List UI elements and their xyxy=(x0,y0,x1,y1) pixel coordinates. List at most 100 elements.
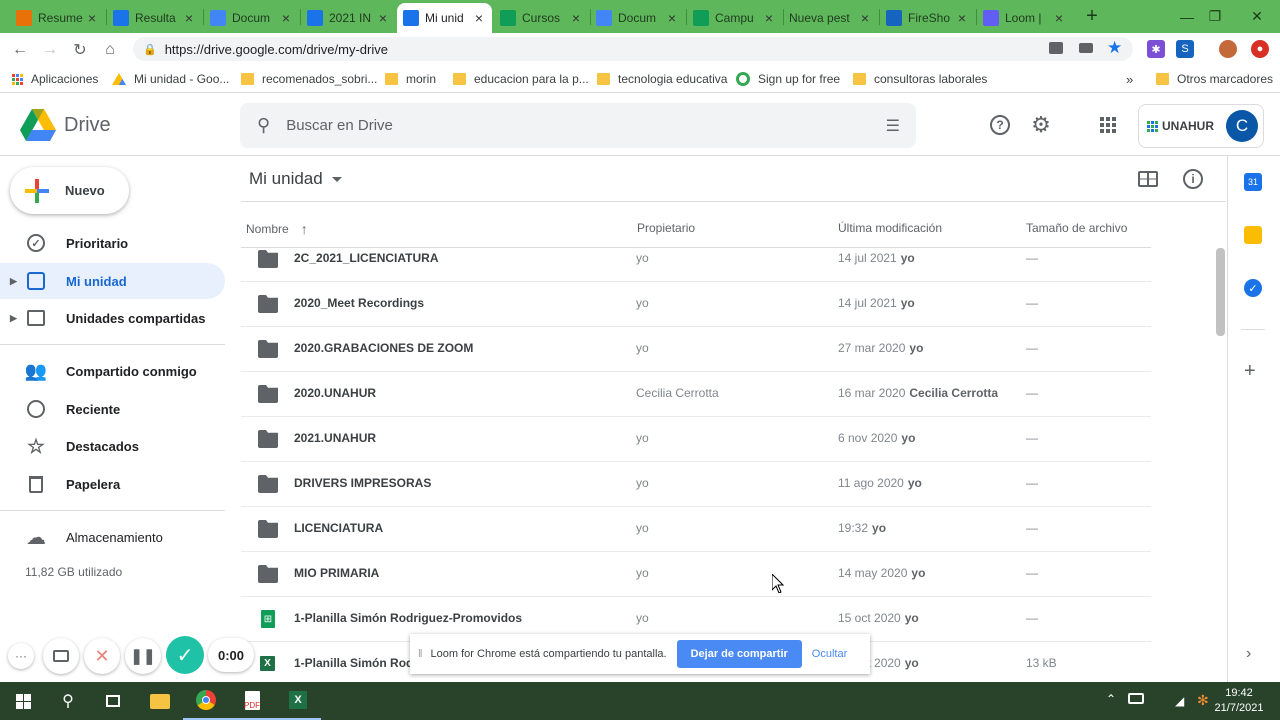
help-icon[interactable]: ? xyxy=(982,107,1018,143)
new-tab-button[interactable]: + xyxy=(1080,4,1104,28)
bookmark-otros-marcadores[interactable]: Otros marcadores xyxy=(1156,71,1273,87)
bookmark-mi-unidad[interactable]: Mi unidad - Goo... xyxy=(112,71,229,87)
sidebar-item-destacados[interactable]: ☆ Destacados xyxy=(0,428,225,464)
tab-close-icon[interactable]: × xyxy=(762,10,776,26)
column-header-owner[interactable]: Propietario xyxy=(637,221,695,235)
chrome-taskbar-icon[interactable] xyxy=(183,682,229,720)
page-title[interactable]: Mi unidad xyxy=(249,169,342,189)
windows-start-icon[interactable] xyxy=(0,682,46,720)
browser-tab[interactable]: Nueva pest × xyxy=(783,3,878,33)
tab-close-icon[interactable]: × xyxy=(955,10,969,26)
keep-icon[interactable] xyxy=(1244,226,1262,244)
tray-chevron-up-icon[interactable]: ⌃ xyxy=(1106,692,1116,706)
add-addon-icon[interactable]: + xyxy=(1244,360,1256,383)
loom-camera-icon[interactable] xyxy=(43,638,79,674)
info-icon[interactable]: i xyxy=(1183,169,1203,189)
avatar[interactable]: C xyxy=(1226,110,1258,142)
scrollbar-thumb[interactable] xyxy=(1216,248,1225,336)
extension-puzzle-icon[interactable]: ✱ xyxy=(1147,40,1165,58)
bookmark-consultoras[interactable]: consultoras laborales xyxy=(853,71,987,87)
sidebar-item-compartido-conmigo[interactable]: 👥 Compartido conmigo xyxy=(0,353,225,389)
tab-close-icon[interactable]: × xyxy=(85,10,99,26)
bookmark-star-icon[interactable]: ★ xyxy=(1107,38,1122,58)
tab-close-icon[interactable]: × xyxy=(182,10,196,26)
sidebar-item-unidades-compartidas[interactable]: ▶ Unidades compartidas xyxy=(0,300,225,336)
chrome-menu-icon[interactable]: ● xyxy=(1251,40,1269,58)
fireshot-extension-icon[interactable]: S xyxy=(1176,40,1194,58)
tray-wifi-icon[interactable]: ◢ xyxy=(1175,694,1184,708)
search-options-icon[interactable]: ☰ xyxy=(886,116,900,136)
drive-search-box[interactable]: ⚲ Buscar en Drive ☰ xyxy=(240,103,916,148)
tab-close-icon[interactable]: × xyxy=(665,10,679,26)
task-view-icon[interactable] xyxy=(90,682,136,720)
file-row[interactable]: MIO PRIMARIA yo 14 may 2020 yo — xyxy=(241,552,1151,597)
taskbar-clock[interactable]: 19:42 21/7/2021 xyxy=(1214,686,1264,716)
sidebar-item-papelera[interactable]: Papelera xyxy=(0,466,225,502)
file-row[interactable]: 2C_2021_LICENCIATURA yo 14 jul 2021 yo — xyxy=(241,237,1151,282)
loom-cancel-icon[interactable]: ✕ xyxy=(84,638,120,674)
column-header-modified[interactable]: Última modificación xyxy=(838,221,942,235)
file-row[interactable]: 2021.UNAHUR yo 6 nov 2020 yo — xyxy=(241,417,1151,462)
excel-taskbar-icon[interactable]: X xyxy=(275,682,321,720)
pdf-reader-icon[interactable]: PDF xyxy=(229,682,275,720)
bookmark-recomenados[interactable]: recomenados_sobri... xyxy=(241,71,377,87)
stop-sharing-button[interactable]: Dejar de compartir xyxy=(676,640,802,668)
browser-tab[interactable]: Cursos × xyxy=(494,3,589,33)
sort-arrow-up-icon[interactable]: ↑ xyxy=(301,221,308,237)
file-row[interactable]: LICENCIATURA yo 19:32 yo — xyxy=(241,507,1151,552)
home-icon[interactable]: ⌂ xyxy=(99,39,121,61)
close-window-button[interactable]: ✕ xyxy=(1234,0,1280,33)
tab-close-icon[interactable]: × xyxy=(1052,10,1066,26)
sidebar-item-almacenamiento[interactable]: ☁ Almacenamiento xyxy=(0,519,225,555)
browser-tab[interactable]: Campu × xyxy=(687,3,782,33)
tab-close-icon[interactable]: × xyxy=(279,10,293,26)
drive-logo[interactable]: Drive xyxy=(20,109,111,141)
browser-tab[interactable]: Mi unid × xyxy=(397,3,492,33)
maximize-button[interactable]: ❐ xyxy=(1192,0,1238,33)
expand-arrow-icon[interactable]: ▶ xyxy=(10,276,17,287)
forward-arrow-icon[interactable]: → xyxy=(39,39,61,61)
file-row[interactable]: 2020.UNAHUR Cecilia Cerrotta 16 mar 2020 Ce… xyxy=(241,372,1151,417)
hide-button[interactable]: Ocultar xyxy=(812,648,847,660)
search-icon[interactable]: ⚲ xyxy=(257,115,270,136)
file-row[interactable]: 2020.GRABACIONES DE ZOOM yo 27 mar 2020 yo — xyxy=(241,327,1151,372)
bookmark-educacion[interactable]: educacion para la p... xyxy=(453,71,589,87)
loom-finish-check-icon[interactable]: ✓ xyxy=(166,636,204,674)
camera-blocked-icon[interactable] xyxy=(1049,42,1063,54)
bookmark-morin[interactable]: morin xyxy=(385,71,436,87)
browser-tab[interactable]: Resume × xyxy=(10,3,105,33)
video-icon[interactable] xyxy=(1079,43,1093,53)
tab-close-icon[interactable]: × xyxy=(376,10,390,26)
column-header-name[interactable]: Nombre ↑ xyxy=(246,221,308,237)
bookmark-apps[interactable]: Aplicaciones xyxy=(12,71,98,87)
browser-tab[interactable]: Docum × xyxy=(204,3,299,33)
column-header-size[interactable]: Tamaño de archivo xyxy=(1026,221,1127,235)
bookmark-sign-up[interactable]: Sign up for free xyxy=(736,71,840,87)
expand-arrow-icon[interactable]: ▶ xyxy=(10,313,17,324)
grid-view-icon[interactable] xyxy=(1138,171,1158,187)
file-row[interactable]: 2020_Meet Recordings yo 14 jul 2021 yo — xyxy=(241,282,1151,327)
tab-close-icon[interactable]: × xyxy=(858,10,872,26)
sidebar-item-prioritario[interactable]: ✓ Prioritario xyxy=(0,225,225,261)
profile-avatar[interactable] xyxy=(1219,40,1237,58)
calendar-icon[interactable]: 31 xyxy=(1244,173,1262,191)
file-explorer-icon[interactable] xyxy=(137,682,183,720)
bookmark-tecnologia[interactable]: tecnologia educativa xyxy=(597,71,727,87)
sidebar-item-reciente[interactable]: Reciente xyxy=(0,391,225,427)
browser-tab[interactable]: FireSho × xyxy=(880,3,975,33)
reload-icon[interactable]: ↻ xyxy=(69,39,91,61)
tab-close-icon[interactable]: × xyxy=(472,10,486,26)
account-chip[interactable]: UNAHUR C xyxy=(1138,104,1264,148)
bookmarks-overflow-icon[interactable]: » xyxy=(1126,71,1133,87)
chevron-right-icon[interactable]: › xyxy=(1246,645,1251,663)
tray-network-icon[interactable] xyxy=(1128,693,1144,704)
browser-tab[interactable]: Loom | × xyxy=(977,3,1072,33)
google-apps-icon[interactable] xyxy=(1090,107,1126,143)
browser-tab[interactable]: 2021 IN × xyxy=(301,3,396,33)
back-arrow-icon[interactable]: ← xyxy=(9,39,31,61)
taskbar-search-icon[interactable]: ⚲ xyxy=(45,682,91,720)
loom-more-icon[interactable]: ··· xyxy=(8,643,34,669)
file-row[interactable]: DRIVERS IMPRESORAS yo 11 ago 2020 yo — xyxy=(241,462,1151,507)
tray-app-icon[interactable]: ✻ xyxy=(1197,692,1209,709)
browser-tab[interactable]: Docum × xyxy=(590,3,685,33)
